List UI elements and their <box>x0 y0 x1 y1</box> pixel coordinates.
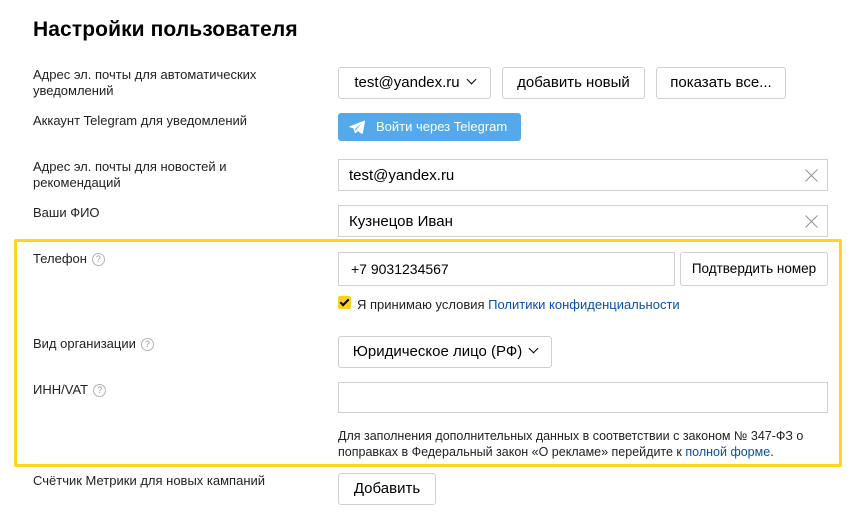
privacy-policy-link[interactable]: Политики конфиденциальности <box>488 297 680 312</box>
notify-email-selected: test@yandex.ru <box>354 74 460 91</box>
org-type-label-text: Вид организации <box>33 336 136 351</box>
confirm-phone-button[interactable]: Подтвердить номер <box>680 252 828 286</box>
phone-label: Телефон? <box>33 251 105 267</box>
inn-label: ИНН/VAT? <box>33 382 107 398</box>
privacy-text-start: Я принимаю условия <box>357 297 489 312</box>
chevron-down-icon <box>528 343 539 354</box>
full-form-link[interactable]: полной форме <box>685 445 770 459</box>
law-note-end: . <box>770 445 774 459</box>
news-email-field <box>338 159 828 191</box>
show-all-emails-button[interactable]: показать все... <box>656 67 786 99</box>
phone-input[interactable] <box>339 253 674 285</box>
notify-email-label: Адрес эл. почты для автоматических уведо… <box>33 67 257 98</box>
full-name-input[interactable] <box>339 206 827 236</box>
help-icon[interactable]: ? <box>91 253 105 266</box>
chevron-down-icon <box>466 74 477 85</box>
inn-field <box>338 382 828 413</box>
telegram-button-label: Войти через Telegram <box>376 119 508 134</box>
add-email-button[interactable]: добавить новый <box>502 67 645 99</box>
news-email-label: Адрес эл. почты для новостей и рекоменда… <box>33 159 227 190</box>
clear-icon[interactable] <box>804 214 819 229</box>
telegram-login-button[interactable]: Войти через Telegram <box>338 113 521 141</box>
help-icon[interactable]: ? <box>140 338 154 351</box>
inn-label-text: ИНН/VAT <box>33 382 89 397</box>
clear-icon[interactable] <box>804 168 819 183</box>
full-name-label: Ваши ФИО <box>33 205 100 220</box>
add-metrika-button[interactable]: Добавить <box>338 473 436 505</box>
org-type-selected: Юридическое лицо (РФ) <box>352 343 523 360</box>
phone-label-text: Телефон <box>33 251 87 266</box>
privacy-text: Я принимаю условия Политики конфиденциал… <box>357 297 680 312</box>
inn-input[interactable] <box>339 383 827 412</box>
law-note: Для заполнения дополнительных данных в с… <box>338 428 833 460</box>
privacy-checkbox[interactable] <box>338 296 351 309</box>
full-name-field <box>338 205 828 237</box>
org-type-select[interactable]: Юридическое лицо (РФ) <box>338 336 552 368</box>
phone-field <box>338 252 675 286</box>
org-type-label: Вид организации? <box>33 336 154 352</box>
page-title: Настройки пользователя <box>33 18 298 41</box>
notify-email-select[interactable]: test@yandex.ru <box>338 67 491 99</box>
telegram-label: Аккаунт Telegram для уведомлений <box>33 113 248 128</box>
news-email-input[interactable] <box>339 160 827 190</box>
telegram-icon <box>349 120 365 134</box>
help-icon[interactable]: ? <box>93 384 107 397</box>
metrika-label: Счётчик Метрики для новых кампаний <box>33 473 266 488</box>
